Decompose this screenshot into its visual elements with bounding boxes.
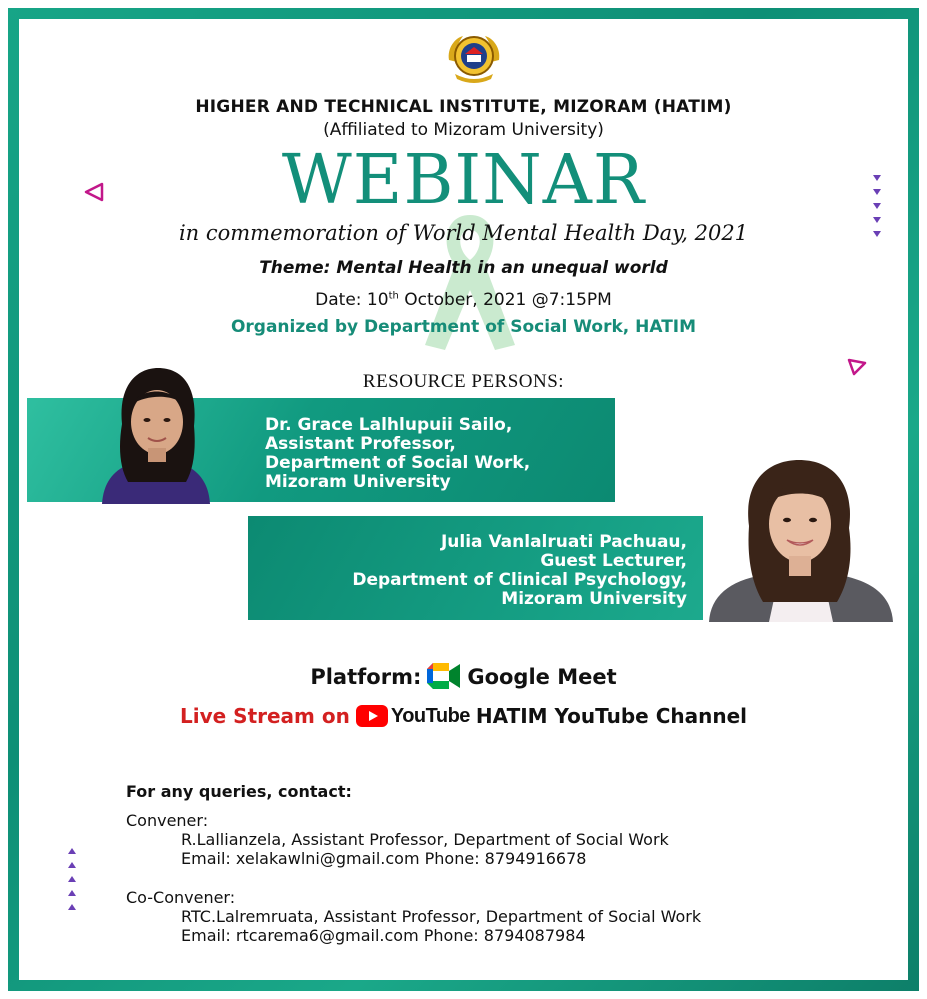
resource-person-2-name: Julia Vanlalruati Pachuau,: [440, 532, 687, 552]
triangle-left-decoration-icon: [84, 182, 104, 202]
webinar-title: WEBINAR: [281, 141, 646, 220]
contact-heading: For any queries, contact:: [126, 782, 352, 801]
resource-person-1-institution: Mizoram University: [265, 472, 451, 492]
resource-person-2-department: Department of Clinical Psychology,: [352, 570, 687, 590]
youtube-icon: [355, 705, 388, 727]
co-convener-contact: Email: rtcarema6@gmail.com Phone: 879408…: [181, 926, 586, 945]
resource-person-1-name: Dr. Grace Lalhlupuii Sailo,: [265, 415, 513, 435]
event-theme: Theme: Mental Health in an unequal world: [259, 258, 668, 278]
google-meet-icon: [427, 663, 461, 689]
youtube-wordmark: YouTube: [390, 704, 471, 727]
triangle-down-decoration-icon: [847, 358, 867, 376]
resource-person-1-role: Assistant Professor,: [265, 434, 456, 454]
livestream-channel: HATIM YouTube Channel: [475, 704, 747, 728]
resource-person-2-photo: [703, 456, 899, 622]
convener-contact: Email: xelakawlni@gmail.com Phone: 87949…: [181, 849, 587, 868]
resource-person-1-details: Dr. Grace Lalhlupuii Sailo, Assistant Pr…: [265, 416, 530, 492]
platform-service: Google Meet: [467, 665, 617, 689]
platform-line: Platform: Google Meet: [0, 663, 927, 689]
livestream-line: Live Stream on YouTube HATIM YouTube Chann…: [0, 704, 927, 728]
event-subtitle: in commemoration of World Mental Health …: [178, 221, 749, 245]
co-convener-label: Co-Convener:: [126, 888, 236, 907]
institute-logo-icon: [448, 36, 500, 83]
event-date: Date: 10th October, 2021 @7:15PM: [0, 290, 927, 310]
date-prefix: Date: 10: [315, 290, 389, 310]
organizer-text: Organized by Department of Social Work, …: [230, 317, 697, 337]
livestream-prefix: Live Stream on: [180, 704, 350, 728]
triangle-column-left-icon: [68, 848, 76, 910]
platform-label: Platform:: [310, 665, 422, 689]
date-superscript: th: [388, 290, 399, 302]
triangle-column-right-icon: [873, 175, 881, 237]
institute-name: HIGHER AND TECHNICAL INSTITUTE, MIZORAM …: [195, 97, 732, 117]
resource-person-2-institution: Mizoram University: [501, 589, 687, 609]
date-suffix: October, 2021 @7:15PM: [398, 290, 612, 310]
resource-person-2-role: Guest Lecturer,: [540, 551, 687, 571]
resource-person-1-department: Department of Social Work,: [265, 453, 531, 473]
convener-detail: R.Lallianzela, Assistant Professor, Depa…: [181, 830, 669, 849]
resource-person-2-details: Julia Vanlalruati Pachuau, Guest Lecture…: [352, 533, 687, 609]
co-convener-detail: RTC.Lalremruata, Assistant Professor, De…: [181, 907, 702, 926]
resource-person-1-photo: [102, 368, 210, 504]
convener-label: Convener:: [126, 811, 209, 830]
affiliation-text: (Affiliated to Mizoram University): [323, 120, 604, 140]
